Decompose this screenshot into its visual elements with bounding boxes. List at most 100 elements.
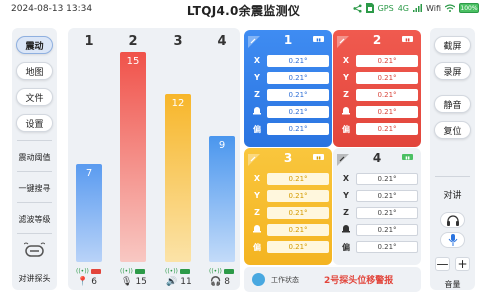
probe-card-3[interactable]: 3 ▮▮ X 0.21° Y 0.21° Z 0.21° 0.21° 偏 0.21° <box>244 148 332 265</box>
probe-value-field: 0.21° <box>356 106 418 118</box>
probe-value-field: 0.21° <box>267 55 329 67</box>
signal-icon: ((•)) <box>120 268 133 275</box>
alarm-icon <box>252 107 262 117</box>
bar-label-3: 3 <box>173 34 183 49</box>
alarm-icon <box>252 225 262 235</box>
bar-1-footer: 📍 6 <box>77 277 97 287</box>
battery-icon: ▮▮ <box>313 154 324 160</box>
probe-card-2[interactable]: 2 ▮▮ X 0.21° Y 0.21° Z 0.21° 0.21° 偏 0.21° <box>333 30 421 147</box>
probe-value-field: 0.21° <box>267 207 329 219</box>
axis-label: 偏 <box>342 125 350 134</box>
bar-1: 7 <box>76 164 102 262</box>
alarm-message: 2号探头位移警报 <box>324 276 394 286</box>
walkie-probe-icon[interactable] <box>23 242 46 264</box>
bar-label-1: 1 <box>84 34 94 49</box>
probe-card-1[interactable]: 1 ▮▮ X 0.21° Y 0.21° Z 0.21° 0.21° 偏 0.21° <box>244 30 332 147</box>
battery-icon: ▮▮ <box>402 36 413 42</box>
bar-label-4: 4 <box>217 34 227 49</box>
screenshot-button[interactable]: 截屏 <box>434 36 471 54</box>
screen-record-button[interactable]: 录屏 <box>434 62 471 80</box>
probe-row: X 0.21° <box>333 55 421 67</box>
vibration-threshold-button[interactable]: 震动阈值 <box>12 152 57 163</box>
divider <box>17 140 52 141</box>
probe-row: 偏 0.21° <box>244 241 332 253</box>
probe-row: 偏 0.21° <box>333 241 421 253</box>
axis-label: Y <box>343 73 349 82</box>
vibration-bar-chart: 1 2 3 4 7 15 12 9 ((•)) ((•)) ((•)) ((•)… <box>68 28 240 290</box>
bar-3-footer: 🔊 11 <box>166 277 192 287</box>
network-label: 4G <box>397 3 409 13</box>
bar-2-footer: 🎙 15 <box>121 277 147 287</box>
settings-button[interactable]: 设置 <box>16 114 53 132</box>
filter-level-button[interactable]: 滤波等级 <box>12 214 57 225</box>
axis-label: 偏 <box>253 243 261 252</box>
axis-label: Z <box>254 90 260 99</box>
battery-icon: 100% <box>459 3 479 13</box>
intercom-label: 对讲 <box>443 191 462 201</box>
probe-row: 偏 0.21° <box>244 123 332 135</box>
axis-label: Z <box>343 90 349 99</box>
bar-2: 15 <box>120 52 146 262</box>
top-status-bar: 2024-08-13 13:34 LTQJ4.0余震监测仪 GPS 4G Wif… <box>0 0 487 20</box>
axis-label: Y <box>343 191 349 200</box>
axis-label: 偏 <box>342 243 350 252</box>
volume-label: 音量 <box>444 280 461 289</box>
map-button[interactable]: 地图 <box>16 62 53 80</box>
volume-icon: 🔊 <box>166 277 178 287</box>
probe-row: 0.21° <box>333 106 421 118</box>
probe-row: Z 0.21° <box>244 89 332 101</box>
bar-value-2: 15 <box>126 56 140 67</box>
status-icon <box>252 273 265 286</box>
probe-value-field: 0.21° <box>356 173 418 185</box>
reset-button[interactable]: 复位 <box>434 121 471 139</box>
axis-label: X <box>342 56 350 65</box>
axis-label: X <box>342 174 350 183</box>
bar-4-footer: 🎧 8 <box>210 277 230 287</box>
bar-value-4: 9 <box>218 140 226 151</box>
axis-label: X <box>253 56 261 65</box>
probe-row: Z 0.21° <box>333 207 421 219</box>
mute-button[interactable]: 静音 <box>434 95 471 113</box>
right-sidebar: 截屏 录屏 静音 复位 对讲 — + 音量 <box>430 28 475 290</box>
probe-row: Y 0.21° <box>244 72 332 84</box>
probe-value-field: 0.21° <box>356 72 418 84</box>
bar-count-2: 15 <box>135 277 147 287</box>
work-status-bar: 工作状态 2号探头位移警报 <box>244 267 421 292</box>
volume-down-button[interactable]: — <box>435 257 450 271</box>
probe-value-field: 0.21° <box>267 173 329 185</box>
divider <box>17 171 52 172</box>
battery-icon <box>134 269 145 274</box>
probe-row: Y 0.21° <box>333 190 421 202</box>
status-label: 工作状态 <box>271 276 299 284</box>
probe-row: X 0.21° <box>244 173 332 185</box>
axis-label: Y <box>254 191 260 200</box>
headset-button[interactable] <box>440 212 465 228</box>
bar-4: 9 <box>209 136 235 262</box>
bar-1-status: ((•)) <box>76 268 101 275</box>
axis-label: Z <box>343 208 349 217</box>
bar-label-2: 2 <box>128 34 138 49</box>
probe-value-field: 0.21° <box>267 123 329 135</box>
probe-card-4[interactable]: 4 ▮▮ X 0.21° Y 0.21° Z 0.21° 0.21° 偏 0.21° <box>333 148 421 265</box>
probe-row: 0.21° <box>333 224 421 236</box>
battery-icon: ▮▮ <box>313 36 324 42</box>
microphone-button[interactable] <box>440 232 465 248</box>
headset-icon <box>446 214 459 226</box>
bar-3-status: ((•)) <box>165 268 190 275</box>
bar-2-status: ((•)) <box>120 268 145 275</box>
one-click-search-button[interactable]: 一键搜寻 <box>12 183 57 194</box>
battery-icon <box>179 269 190 274</box>
files-button[interactable]: 文件 <box>16 88 53 106</box>
probe-value-field: 0.21° <box>267 224 329 236</box>
vibration-button[interactable]: 震动 <box>16 36 53 54</box>
signal-icon: ((•)) <box>165 268 178 275</box>
probe-value-field: 0.21° <box>267 190 329 202</box>
bar-count-3: 11 <box>180 277 192 287</box>
volume-up-button[interactable]: + <box>455 257 470 271</box>
bar-value-1: 7 <box>85 168 93 179</box>
axis-label: Z <box>254 208 260 217</box>
probe-value-field: 0.21° <box>267 89 329 101</box>
wifi-icon <box>445 4 455 12</box>
share-icon <box>353 3 362 13</box>
left-sidebar: 震动 地图 文件 设置 震动阈值 一键搜寻 滤波等级 对讲探头 <box>12 28 57 290</box>
